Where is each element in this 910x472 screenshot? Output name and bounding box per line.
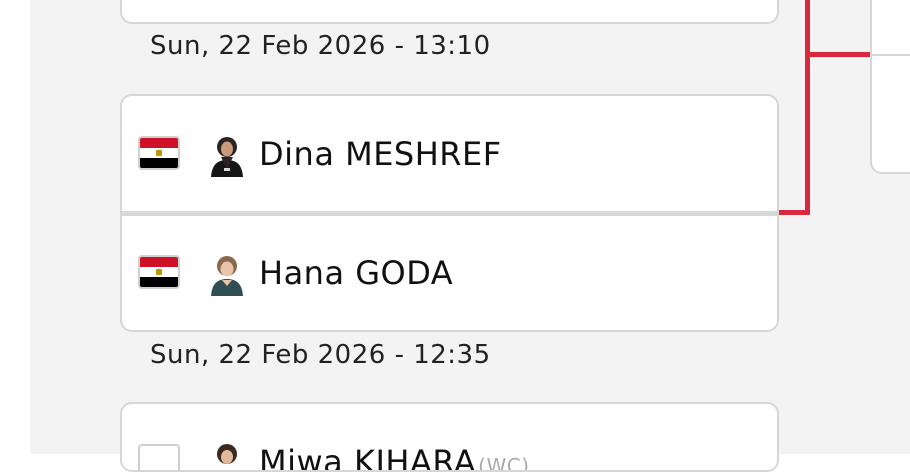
match-time: Sun, 22 Feb 2026 - 12:35 xyxy=(150,340,491,370)
row-divider xyxy=(872,54,910,56)
player-name-text: Miwa KIHARA xyxy=(259,443,477,472)
player-name[interactable]: Miwa KIHARA (WC) xyxy=(259,442,530,472)
bracket-connector-to-next xyxy=(805,52,870,57)
bracket-connector-from-match xyxy=(779,210,810,215)
match-card-next-round[interactable] xyxy=(870,0,910,174)
player-name[interactable]: Hana GODA xyxy=(259,253,453,293)
player-avatar xyxy=(211,256,243,296)
flag-icon xyxy=(138,444,180,470)
player-row[interactable]: Dina MESHREF xyxy=(122,96,777,213)
match-card[interactable]: Dina MESHREF Hana GODA xyxy=(120,94,779,332)
player-name[interactable]: Dina MESHREF xyxy=(259,134,502,174)
player-row[interactable]: Miwa KIHARA (WC) xyxy=(122,404,777,472)
match-time: Sun, 22 Feb 2026 - 13:10 xyxy=(150,31,491,61)
bracket-connector-vertical xyxy=(805,0,810,215)
player-avatar xyxy=(211,137,243,177)
egypt-flag-icon xyxy=(138,136,180,170)
player-row[interactable]: Hana GODA xyxy=(122,215,777,330)
match-card-previous[interactable] xyxy=(120,0,779,24)
seed-badge: (WC) xyxy=(478,454,530,472)
match-card[interactable]: Miwa KIHARA (WC) xyxy=(120,402,779,472)
player-avatar xyxy=(217,444,237,464)
egypt-flag-icon xyxy=(138,255,180,289)
